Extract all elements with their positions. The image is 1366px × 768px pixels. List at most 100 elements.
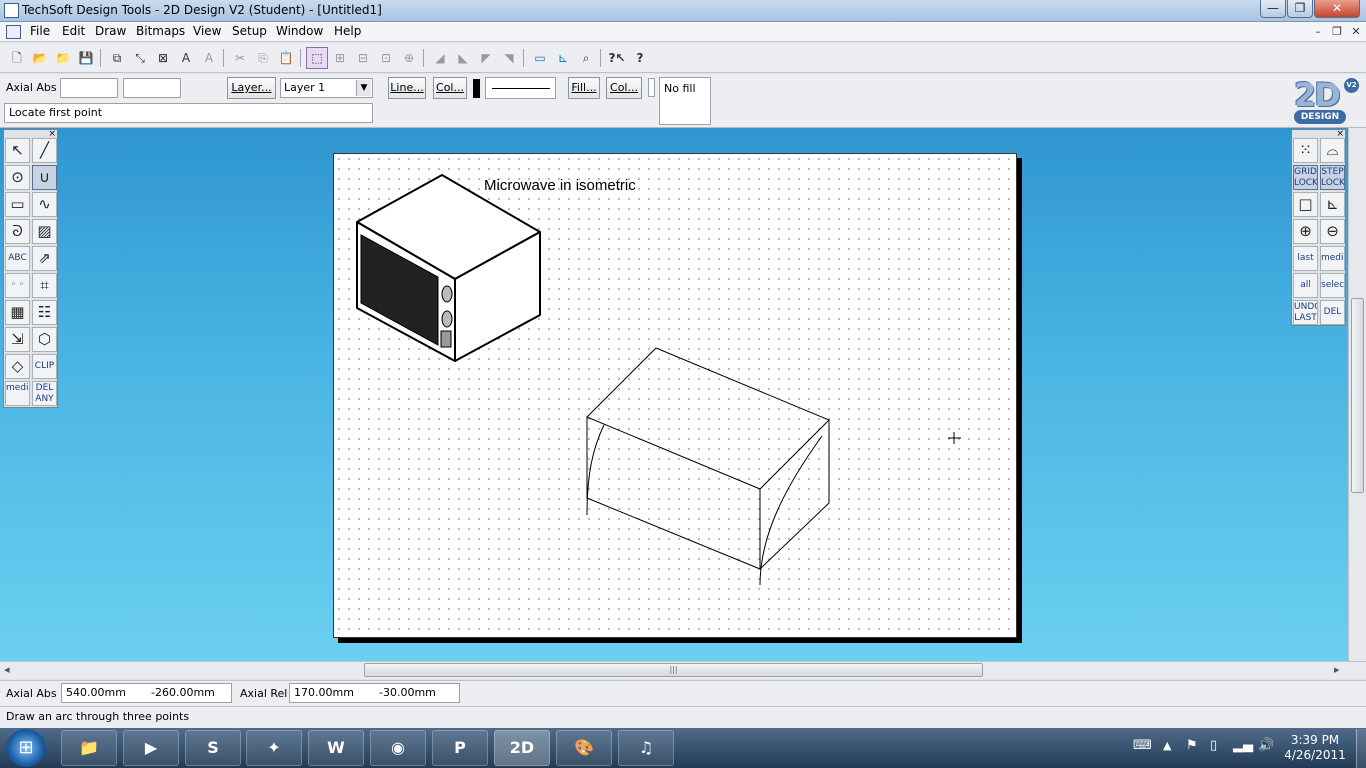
coord-x-field[interactable]	[60, 78, 118, 98]
word-icon[interactable]: W	[308, 730, 364, 766]
hatch-tool-icon[interactable]: ▨	[32, 219, 57, 244]
points-tool-icon[interactable]: ◦ ◦	[5, 273, 30, 298]
scroll-right-arrow[interactable]: ▸	[1334, 663, 1340, 676]
grid-lock-button[interactable]: GRID LOCK	[1293, 165, 1318, 190]
axis-snap-icon[interactable]: ⊾	[1320, 192, 1345, 217]
menu-setup[interactable]: Setup	[232, 24, 267, 38]
context-help-icon[interactable]: ?↖	[606, 47, 628, 69]
messenger-icon[interactable]: ✦	[246, 730, 302, 766]
select-view-button[interactable]: selec	[1320, 273, 1345, 298]
layer-select[interactable]: Layer 1 ▼	[280, 78, 373, 98]
paste-icon[interactable]: 📋	[275, 47, 297, 69]
delete-any-icon[interactable]: DEL ANY	[32, 381, 57, 406]
coord-y-field[interactable]	[123, 78, 181, 98]
media-player-icon[interactable]: ▶	[123, 730, 179, 766]
group-icon[interactable]: ⊞	[329, 47, 351, 69]
grid-dots-icon[interactable]: ⁙	[1293, 138, 1318, 163]
line-color-button[interactable]: Col...	[433, 77, 467, 99]
explorer-icon[interactable]: 📁	[61, 730, 117, 766]
menu-window[interactable]: Window	[276, 24, 323, 38]
curve-tool-icon[interactable]: ∿	[32, 192, 57, 217]
snap-magnet-icon[interactable]: ⌓	[1320, 138, 1345, 163]
media-view-button[interactable]: media	[1320, 246, 1345, 271]
save-icon[interactable]: 💾	[75, 47, 97, 69]
measure-icon[interactable]: ⌕	[575, 47, 597, 69]
menu-file[interactable]: File	[30, 24, 50, 38]
media-tool-icon[interactable]: media	[5, 381, 30, 406]
show-desktop-button[interactable]	[1356, 729, 1366, 768]
mdi-close-button[interactable]: ✕	[1348, 25, 1364, 39]
zoom-in-icon[interactable]: ⊕	[1293, 219, 1318, 244]
layer-button[interactable]: Layer...	[227, 77, 276, 99]
fill-button[interactable]: Fill...	[568, 77, 600, 99]
menu-edit[interactable]: Edit	[62, 24, 85, 38]
system-clock[interactable]: 3:39 PM 4/26/2011	[1280, 733, 1350, 763]
3d-box-tool-icon[interactable]: ⬡	[32, 327, 57, 352]
volume-icon[interactable]: 🔊	[1258, 738, 1274, 753]
paint-icon[interactable]: 🎨	[556, 730, 612, 766]
scale-icon[interactable]: ⊠	[152, 47, 174, 69]
mdi-minimize-button[interactable]: –	[1310, 25, 1326, 39]
zoom-out-icon[interactable]: ⊖	[1320, 219, 1345, 244]
cut-icon[interactable]: ✂	[229, 47, 251, 69]
open-folder-icon[interactable]: 📂	[29, 47, 51, 69]
front-icon[interactable]: ◢	[429, 47, 451, 69]
select-objects-icon[interactable]: ⬚	[306, 47, 328, 69]
zoom-last-button[interactable]: last	[1293, 246, 1318, 271]
menu-bitmaps[interactable]: Bitmaps	[136, 24, 185, 38]
skype-icon[interactable]: S	[185, 730, 241, 766]
menu-draw[interactable]: Draw	[95, 24, 126, 38]
resize-icon[interactable]: ⤡	[129, 47, 151, 69]
document-icon[interactable]	[6, 25, 21, 39]
square-snap-icon[interactable]: □	[1293, 192, 1318, 217]
horizontal-scroll-thumb[interactable]: |||	[364, 663, 983, 677]
copy-icon[interactable]: ⎘	[252, 47, 274, 69]
help-icon[interactable]: ?	[629, 47, 651, 69]
forward-icon[interactable]: ◤	[475, 47, 497, 69]
trim-tool-icon[interactable]: ⌗	[32, 273, 57, 298]
text-tool-icon[interactable]: ABC	[5, 246, 30, 271]
zoom-window-icon[interactable]: ⧉	[106, 47, 128, 69]
close-button[interactable]: ✕	[1314, 0, 1360, 18]
transform-tool-icon[interactable]: ⇲	[5, 327, 30, 352]
align-icon[interactable]: ⊡	[375, 47, 397, 69]
step-lock-button[interactable]: STEP LOCK	[1320, 165, 1345, 190]
offset-tool-icon[interactable]: ᘐ	[5, 219, 30, 244]
vertical-scrollbar[interactable]	[1348, 128, 1366, 661]
back-icon[interactable]: ◣	[452, 47, 474, 69]
powerpoint-icon[interactable]: P	[432, 730, 488, 766]
delete-last-button[interactable]: DEL ←	[1320, 300, 1345, 325]
ungroup-icon[interactable]: ⊟	[352, 47, 374, 69]
scroll-left-arrow[interactable]: ◂	[4, 663, 10, 676]
show-hidden-icons-icon[interactable]: ▲	[1163, 739, 1171, 752]
new-file-icon[interactable]: 🗋	[6, 47, 28, 69]
menu-view[interactable]: View	[193, 24, 221, 38]
menu-help[interactable]: Help	[334, 24, 361, 38]
network-signal-icon[interactable]: ▂▄	[1233, 738, 1253, 753]
mdi-restore-button[interactable]: ❐	[1329, 25, 1345, 39]
app-icon[interactable]	[4, 3, 19, 18]
dimension-tool-icon[interactable]: ⇗	[32, 246, 57, 271]
action-center-flag-icon[interactable]: ⚑	[1186, 738, 1198, 753]
circle-tool-icon[interactable]: ⊙	[5, 165, 30, 190]
keyboard-icon[interactable]: ⌨	[1133, 738, 1152, 753]
center-icon[interactable]: ⊕	[398, 47, 420, 69]
arc-three-points-icon[interactable]: ∪	[32, 165, 57, 190]
rectangle-tool-icon[interactable]: ▭	[5, 192, 30, 217]
line-tool-icon[interactable]: ╱	[32, 138, 57, 163]
select-arrow-icon[interactable]: ↖	[5, 138, 30, 163]
device-icon[interactable]: ▯	[1210, 738, 1217, 753]
sheet-icon[interactable]: ▭	[529, 47, 551, 69]
undo-last-button[interactable]: UNDO LAST	[1293, 300, 1318, 325]
minimize-button[interactable]: —	[1260, 0, 1286, 18]
margin-icon[interactable]: ⊾	[552, 47, 574, 69]
maximize-button[interactable]: ❐	[1287, 0, 1313, 18]
list-tool-icon[interactable]: ☷	[32, 300, 57, 325]
text-style-icon[interactable]: A	[175, 47, 197, 69]
horizontal-scrollbar[interactable]: ◂ ||| ▸	[0, 661, 1366, 679]
start-button[interactable]: ⊞	[6, 729, 46, 767]
line-style-preview[interactable]	[485, 77, 556, 99]
zoom-all-button[interactable]: all	[1293, 273, 1318, 298]
drawing-canvas[interactable]: Microwave in isometric	[333, 153, 1023, 645]
chevron-down-icon[interactable]: ▼	[356, 80, 371, 96]
